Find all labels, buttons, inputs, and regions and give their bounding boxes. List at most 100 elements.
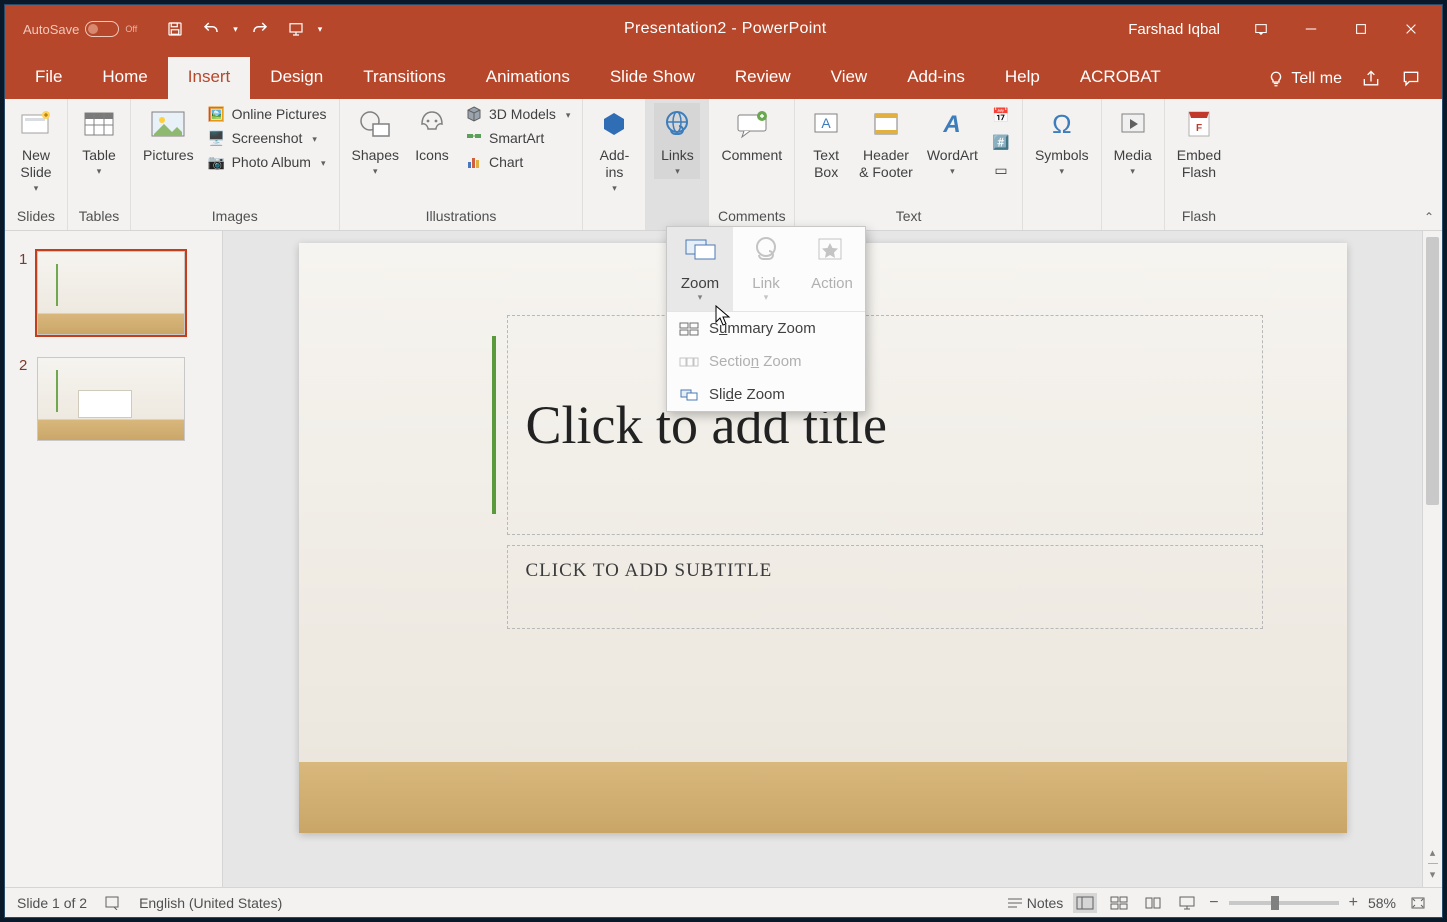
icons-label: Icons [415, 147, 448, 164]
scrollbar-thumb[interactable] [1426, 237, 1439, 505]
comments-icon[interactable] [1400, 69, 1422, 89]
undo-button[interactable] [197, 15, 225, 43]
tab-design[interactable]: Design [250, 57, 343, 99]
screenshot-icon: 🖥️ [208, 129, 226, 147]
vertical-scrollbar[interactable]: ▴ ▾ [1422, 231, 1442, 887]
group-addins-label [591, 224, 637, 228]
chart-button[interactable]: Chart [461, 151, 574, 173]
autosave-toggle[interactable]: AutoSave Off [23, 21, 137, 37]
prev-slide-button[interactable]: ▴ [1430, 846, 1436, 859]
shapes-button[interactable]: Shapes ▾ [348, 103, 403, 179]
object-button[interactable]: ▭ [988, 159, 1014, 181]
pictures-icon [149, 105, 187, 143]
save-button[interactable] [161, 15, 189, 43]
screenshot-button[interactable]: 🖥️Screenshot▾ [204, 127, 331, 149]
smartart-button[interactable]: SmartArt [461, 127, 574, 149]
tab-insert[interactable]: Insert [168, 57, 251, 99]
zoom-out-button[interactable]: − [1209, 894, 1218, 912]
smartart-icon [465, 129, 483, 147]
tab-review[interactable]: Review [715, 57, 811, 99]
text-box-button[interactable]: A Text Box [803, 103, 849, 183]
normal-view-button[interactable] [1073, 893, 1097, 913]
group-media-label [1110, 224, 1156, 228]
slide-counter[interactable]: Slide 1 of 2 [17, 895, 87, 911]
slide-thumbnails-panel[interactable]: 1 2 [5, 231, 223, 887]
date-time-icon: 📅 [992, 107, 1010, 125]
table-button[interactable]: Table ▾ [76, 103, 122, 179]
thumbnail-preview [37, 357, 185, 441]
header-footer-button[interactable]: Header & Footer [855, 103, 917, 183]
next-slide-button[interactable]: ▾ [1430, 868, 1436, 881]
fit-to-window-button[interactable] [1406, 893, 1430, 913]
title-placeholder[interactable]: Click to add title [507, 315, 1263, 535]
tab-help[interactable]: Help [985, 57, 1060, 99]
tab-view[interactable]: View [811, 57, 888, 99]
undo-dropdown[interactable]: ▾ [233, 24, 238, 35]
share-icon[interactable] [1360, 69, 1382, 89]
zoom-menu-button[interactable]: Zoom ▾ [667, 227, 733, 311]
photo-album-button[interactable]: 📷Photo Album▾ [204, 151, 331, 173]
date-time-button[interactable]: 📅 [988, 105, 1014, 127]
subtitle-placeholder[interactable]: CLICK TO ADD SUBTITLE [507, 545, 1263, 629]
slideshow-icon [1178, 896, 1196, 910]
close-button[interactable] [1388, 6, 1434, 52]
pictures-button[interactable]: Pictures [139, 103, 198, 166]
maximize-button[interactable] [1338, 6, 1384, 52]
tell-me-label: Tell me [1291, 70, 1342, 88]
account-username[interactable]: Farshad Iqbal [1128, 21, 1220, 38]
zoom-in-button[interactable]: + [1349, 894, 1358, 912]
tab-file[interactable]: File [15, 57, 82, 99]
icons-button[interactable]: Icons [409, 103, 455, 166]
ribbon-display-options[interactable] [1238, 6, 1284, 52]
tab-home[interactable]: Home [82, 57, 167, 99]
slide-sorter-view-button[interactable] [1107, 893, 1131, 913]
new-slide-icon [17, 105, 55, 143]
media-icon [1114, 105, 1152, 143]
slide-zoom-item[interactable]: Slide Zoom [667, 378, 865, 411]
group-symbols-label [1031, 224, 1093, 228]
language-status[interactable]: English (United States) [139, 895, 282, 911]
icons-icon [413, 105, 451, 143]
summary-zoom-item[interactable]: Summary Zoom [667, 312, 865, 345]
tab-transitions[interactable]: Transitions [343, 57, 466, 99]
addins-button[interactable]: Add- ins ▾ [591, 103, 637, 196]
symbols-button[interactable]: Ω Symbols ▾ [1031, 103, 1093, 179]
media-button[interactable]: Media ▾ [1110, 103, 1156, 179]
link-menu-button: Link ▾ [733, 227, 799, 311]
redo-button[interactable] [246, 15, 274, 43]
tab-slideshow[interactable]: Slide Show [590, 57, 715, 99]
tab-addins[interactable]: Add-ins [887, 57, 985, 99]
spell-check-icon[interactable] [105, 896, 121, 910]
tab-animations[interactable]: Animations [466, 57, 590, 99]
reading-view-button[interactable] [1141, 893, 1165, 913]
omega-icon: Ω [1043, 105, 1081, 143]
tab-acrobat[interactable]: ACROBAT [1060, 57, 1181, 99]
zoom-percentage[interactable]: 58% [1368, 895, 1396, 911]
3d-models-button[interactable]: 3D Models▾ [461, 103, 574, 125]
media-label: Media [1114, 147, 1152, 164]
new-slide-button[interactable]: New Slide ▾ [13, 103, 59, 196]
notes-button[interactable]: Notes [1007, 895, 1064, 911]
table-icon [80, 105, 118, 143]
group-text-label: Text [803, 208, 1014, 228]
zoom-slider-thumb[interactable] [1271, 896, 1279, 910]
embed-flash-button[interactable]: F Embed Flash [1173, 103, 1225, 183]
screenshot-label: Screenshot [232, 130, 303, 146]
online-pictures-button[interactable]: 🖼️ Online Pictures [204, 103, 331, 125]
save-icon [166, 20, 184, 38]
minimize-button[interactable] [1288, 6, 1334, 52]
summary-zoom-label: Summary Zoom [709, 320, 816, 337]
online-pictures-label: Online Pictures [232, 106, 327, 122]
start-from-beginning-button[interactable] [282, 15, 310, 43]
links-button[interactable]: Links ▾ [654, 103, 700, 179]
tell-me-search[interactable]: Tell me [1267, 70, 1342, 88]
comment-button[interactable]: Comment [717, 103, 786, 166]
wordart-button[interactable]: A WordArt ▾ [923, 103, 982, 179]
thumbnail-slide-2[interactable]: 2 [19, 357, 208, 441]
zoom-slider[interactable] [1229, 901, 1339, 905]
slideshow-view-button[interactable] [1175, 893, 1199, 913]
thumbnail-slide-1[interactable]: 1 [19, 251, 208, 335]
online-pictures-icon: 🖼️ [208, 105, 226, 123]
collapse-ribbon-button[interactable]: ⌃ [1424, 210, 1434, 224]
slide-number-button[interactable]: #️⃣ [988, 132, 1014, 154]
